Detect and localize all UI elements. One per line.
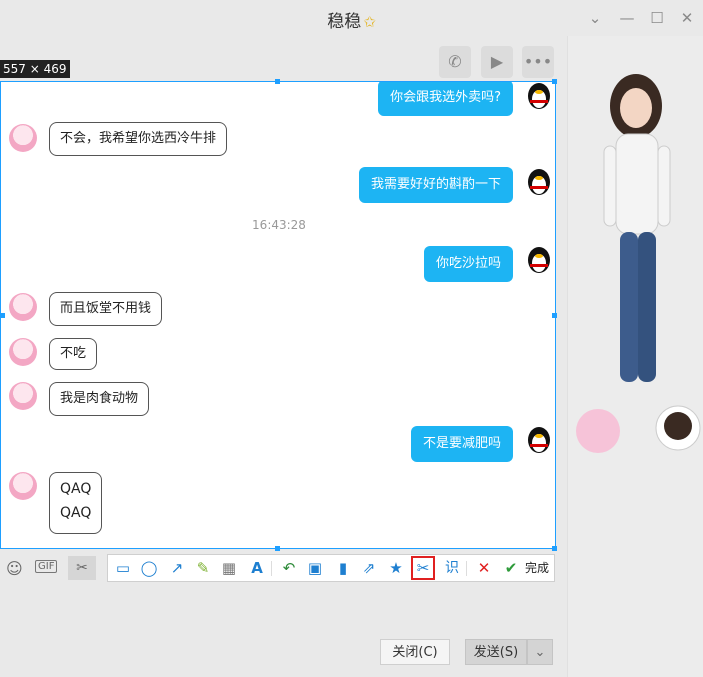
minimize-button[interactable]: — <box>617 8 637 28</box>
divider <box>271 561 272 576</box>
resize-handle[interactable] <box>275 79 280 84</box>
emoji-icon[interactable]: ☺ <box>6 559 23 578</box>
scissors-icon[interactable]: ✂ <box>68 556 96 580</box>
show-panel <box>567 36 703 677</box>
message-bubble-sent: 你吃沙拉吗 <box>423 246 513 282</box>
mosaic-tool-icon[interactable]: ▦ <box>218 558 240 578</box>
resize-handle[interactable] <box>275 546 280 551</box>
contact-avatar <box>9 124 37 152</box>
message-line: QAQ <box>60 505 92 521</box>
message-line: QAQ <box>60 481 92 497</box>
video-call-icon[interactable]: ▶ <box>481 46 513 78</box>
timestamp: 16:43:28 <box>252 218 306 232</box>
divider <box>466 561 467 576</box>
ellipse-tool-icon[interactable]: ◯ <box>138 558 160 578</box>
screen-record-icon[interactable]: ✂ <box>411 556 435 580</box>
rectangle-tool-icon[interactable]: ▭ <box>112 558 134 578</box>
resize-handle[interactable] <box>552 313 557 318</box>
gif-icon[interactable]: GIF <box>35 560 58 573</box>
message-bubble-received: QAQ QAQ <box>49 472 103 534</box>
undo-icon[interactable]: ↶ <box>278 558 300 578</box>
message-bubble-sent: 我需要好好的斟酌一下 <box>358 167 513 203</box>
cancel-icon[interactable]: ✕ <box>473 558 495 578</box>
share-icon[interactable]: ⇗ <box>358 558 380 578</box>
message-bubble-received: 不吃 <box>49 338 98 370</box>
avatar-figure <box>576 74 701 453</box>
penguin-avatar-icon <box>525 424 553 454</box>
contact-avatar <box>9 472 37 500</box>
screenshot-toolbar: ▭ ◯ ↗ ✎ ▦ A ↶ ▣ ▮ ⇗ ★ ✂ 识 ✕ ✔ 完成 <box>107 554 555 582</box>
text-tool-icon[interactable]: A <box>246 558 268 578</box>
done-button[interactable]: 完成 <box>522 558 552 578</box>
star-icon: ✩ <box>363 13 376 31</box>
close-window-button[interactable]: ✕ <box>677 8 697 28</box>
maximize-button[interactable]: ☐ <box>647 8 667 28</box>
message-bubble-sent: 你会跟我选外卖吗? <box>378 82 513 116</box>
pen-tool-icon[interactable]: ✎ <box>192 558 214 578</box>
message-bubble-received: 不会，我希望你选西冷牛排 <box>49 122 228 156</box>
favorite-icon[interactable]: ★ <box>385 558 407 578</box>
message-bubble-received: 而且饭堂不用钱 <box>49 292 163 326</box>
title-bar: 稳稳 ✩ ⌄ — ☐ ✕ <box>0 0 703 36</box>
send-options-chevron-icon[interactable]: ⌄ <box>527 639 553 665</box>
message-bubble-sent: 不是要减肥吗 <box>410 426 513 462</box>
arrow-tool-icon[interactable]: ↗ <box>166 558 188 578</box>
phone-call-icon[interactable]: ✆ <box>439 46 471 78</box>
resize-handle[interactable] <box>552 79 557 84</box>
message-bubble-received: 我是肉食动物 <box>49 382 150 416</box>
contact-avatar <box>9 338 37 366</box>
penguin-avatar-icon <box>525 166 553 196</box>
contact-name: 稳稳 <box>327 12 362 32</box>
penguin-avatar-icon <box>525 82 553 110</box>
penguin-avatar-icon <box>525 244 553 274</box>
selection-size-label: 557 × 469 <box>0 60 70 78</box>
resize-handle[interactable] <box>552 546 557 551</box>
save-icon[interactable]: ▣ <box>304 558 326 578</box>
pin-icon[interactable]: ▮ <box>332 558 354 578</box>
contact-avatar <box>9 293 37 321</box>
close-button[interactable]: 关闭(C) <box>380 639 450 665</box>
chevron-down-icon[interactable]: ⌄ <box>585 8 605 28</box>
more-icon[interactable]: ••• <box>522 46 554 78</box>
contact-avatar <box>9 382 37 410</box>
resize-handle[interactable] <box>0 313 5 318</box>
send-button[interactable]: 发送(S) <box>465 639 527 665</box>
checkmark-icon[interactable]: ✔ <box>500 558 522 578</box>
ocr-button[interactable]: 识 <box>441 558 463 578</box>
capture-selection[interactable]: 你会跟我选外卖吗? 不会，我希望你选西冷牛排 我需要好好的斟酌一下 16:43:… <box>0 81 556 549</box>
